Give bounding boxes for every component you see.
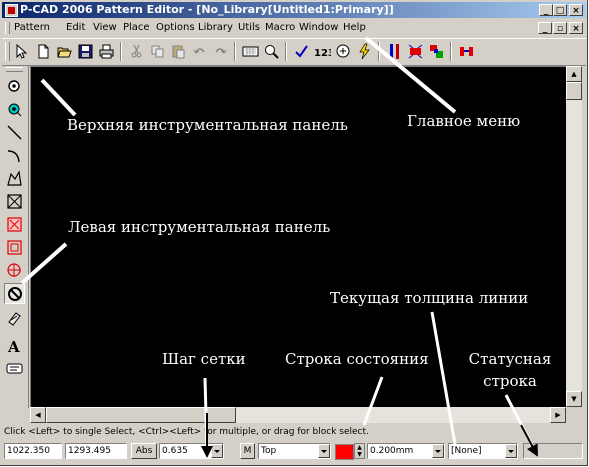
arrow-status-row-tip: [520, 424, 538, 457]
annotation-status-row: Статусная строка: [460, 348, 560, 392]
arrow-top-toolbar: [40, 78, 77, 117]
annotation-top-toolbar: Верхняя инструментальная панель: [67, 116, 348, 134]
annotation-status-row-line2: строка: [483, 372, 537, 390]
arrow-main-menu: [364, 36, 457, 114]
annotation-main-menu: Главное меню: [407, 112, 521, 130]
annotation-status-line: Строка состояния: [285, 350, 429, 368]
arrow-left-toolbar: [20, 242, 68, 285]
annotation-left-toolbar: Левая инструментальная панель: [68, 218, 331, 236]
arrow-status-line: [362, 376, 384, 426]
annotation-grid-step: Шаг сетки: [162, 350, 246, 368]
arrow-line-width: [430, 311, 457, 445]
annotation-status-row-line1: Статусная: [468, 350, 552, 368]
annotation-line-width: Текущая толщина линии: [330, 289, 529, 307]
